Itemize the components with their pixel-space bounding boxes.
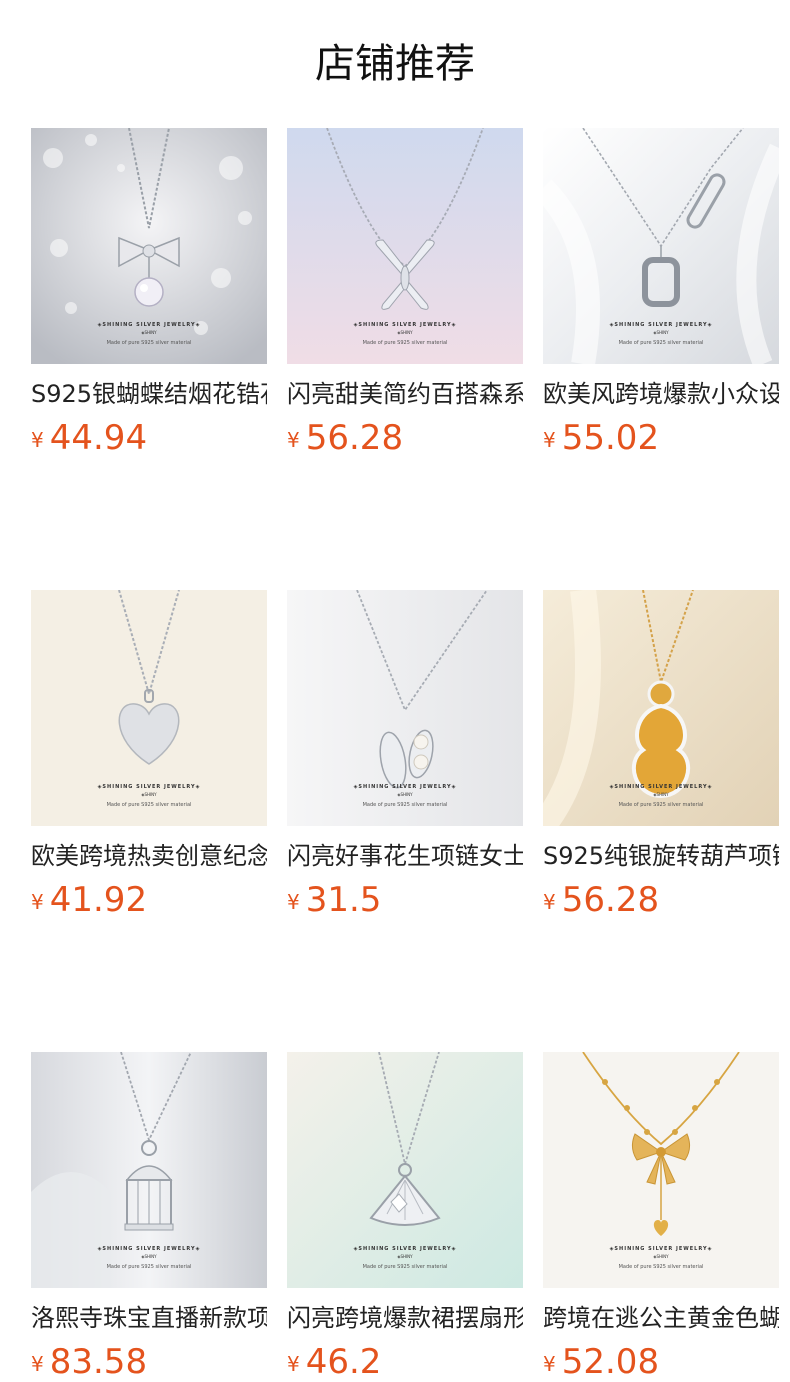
store-recommendations-page: 店铺推荐 ◈SHINING SILVER JEWELRY◈ ◈SHINY Mad…: [0, 0, 790, 1382]
product-price: ¥83.58: [31, 1342, 267, 1382]
material-note: Made of pure S925 silver material: [106, 340, 192, 346]
product-image[interactable]: ◈SHINING SILVER JEWELRY◈ ◈SHINY Made of …: [31, 128, 267, 364]
brand-line: ◈SHINING SILVER JEWELRY◈: [609, 322, 713, 328]
necklace-gold-bow-icon: [543, 1052, 779, 1288]
price-amount: 52.08: [561, 1342, 660, 1382]
product-grid: ◈SHINING SILVER JEWELRY◈ ◈SHINY Made of …: [31, 128, 779, 1382]
price-amount: 41.92: [49, 880, 148, 920]
necklace-birdcage-icon: [31, 1052, 267, 1288]
price-amount: 31.5: [305, 880, 382, 920]
brand-line: ◈SHINING SILVER JEWELRY◈: [609, 784, 713, 790]
product-card[interactable]: ◈SHINING SILVER JEWELRY◈ ◈SHINY Made of …: [287, 590, 523, 920]
price-amount: 44.94: [49, 418, 148, 458]
necklace-gourd-icon: [543, 590, 779, 826]
material-note: Made of pure S925 silver material: [618, 340, 704, 346]
brand-line: ◈SHINING SILVER JEWELRY◈: [609, 1246, 713, 1252]
necklace-bow-icon: [31, 128, 267, 364]
product-name[interactable]: 闪亮跨境爆款裙摆扇形项链: [287, 1302, 523, 1334]
necklace-peanut-icon: [287, 590, 523, 826]
product-name[interactable]: 闪亮甜美简约百搭森系蝴蝶项链: [287, 378, 523, 410]
product-image[interactable]: ◈SHINING SILVER JEWELRY◈ ◈SHINY Made of …: [31, 1052, 267, 1288]
brand-line: ◈SHINING SILVER JEWELRY◈: [353, 322, 457, 328]
product-name[interactable]: S925纯银旋转葫芦项链: [543, 840, 779, 872]
product-name[interactable]: 跨境在逃公主黄金色蝴蝶结项链: [543, 1302, 779, 1334]
necklace-fan-skirt-icon: [287, 1052, 523, 1288]
brand-line: ◈SHINING SILVER JEWELRY◈: [353, 1246, 457, 1252]
currency-symbol: ¥: [543, 890, 556, 914]
product-price: ¥31.5: [287, 880, 523, 920]
product-image[interactable]: ◈SHINING SILVER JEWELRY◈ ◈SHINY Made of …: [31, 590, 267, 826]
currency-symbol: ¥: [543, 1352, 556, 1376]
currency-symbol: ¥: [287, 1352, 300, 1376]
product-image[interactable]: ◈SHINING SILVER JEWELRY◈ ◈SHINY Made of …: [543, 590, 779, 826]
material-note: Made of pure S925 silver material: [618, 1264, 704, 1270]
brand-sub: ◈SHINY: [397, 330, 413, 335]
product-name[interactable]: 洛熙寺珠宝直播新款项链: [31, 1302, 267, 1334]
price-amount: 56.28: [305, 418, 404, 458]
brand-sub: ◈SHINY: [397, 792, 413, 797]
product-price: ¥44.94: [31, 418, 267, 458]
product-image[interactable]: ◈SHINING SILVER JEWELRY◈ ◈SHINY Made of …: [287, 128, 523, 364]
product-name[interactable]: 闪亮好事花生项链女士珍珠: [287, 840, 523, 872]
brand-sub: ◈SHINY: [653, 330, 669, 335]
product-card[interactable]: ◈SHINING SILVER JEWELRY◈ ◈SHINY Made of …: [543, 590, 779, 920]
currency-symbol: ¥: [31, 428, 44, 452]
product-name[interactable]: 欧美跨境热卖创意纪念爱心项链: [31, 840, 267, 872]
currency-symbol: ¥: [287, 428, 300, 452]
product-image[interactable]: ◈SHINING SILVER JEWELRY◈ ◈SHINY Made of …: [543, 1052, 779, 1288]
product-card[interactable]: ◈SHINING SILVER JEWELRY◈ ◈SHINY Made of …: [287, 128, 523, 458]
brand-sub: ◈SHINY: [653, 792, 669, 797]
product-card[interactable]: ◈SHINING SILVER JEWELRY◈ ◈SHINY Made of …: [287, 1052, 523, 1382]
product-card[interactable]: ◈SHINING SILVER JEWELRY◈ ◈SHINY Made of …: [543, 128, 779, 458]
page-title: 店铺推荐: [315, 41, 475, 87]
product-image[interactable]: ◈SHINING SILVER JEWELRY◈ ◈SHINY Made of …: [287, 590, 523, 826]
brand-sub: ◈SHINY: [141, 792, 157, 797]
product-price: ¥41.92: [31, 880, 267, 920]
product-card[interactable]: ◈SHINING SILVER JEWELRY◈ ◈SHINY Made of …: [543, 1052, 779, 1382]
product-price: ¥55.02: [543, 418, 779, 458]
material-note: Made of pure S925 silver material: [362, 802, 448, 808]
product-name[interactable]: S925银蝴蝶结烟花锆石项链: [31, 378, 267, 410]
price-amount: 56.28: [561, 880, 660, 920]
brand-line: ◈SHINING SILVER JEWELRY◈: [97, 1246, 201, 1252]
product-price: ¥52.08: [543, 1342, 779, 1382]
necklace-butterfly-icon: [287, 128, 523, 364]
necklace-heart-icon: [31, 590, 267, 826]
price-amount: 55.02: [561, 418, 660, 458]
product-card[interactable]: ◈SHINING SILVER JEWELRY◈ ◈SHINY Made of …: [31, 128, 267, 458]
brand-line: ◈SHINING SILVER JEWELRY◈: [97, 322, 201, 328]
product-price: ¥46.2: [287, 1342, 523, 1382]
product-price: ¥56.28: [543, 880, 779, 920]
material-note: Made of pure S925 silver material: [106, 1264, 192, 1270]
brand-line: ◈SHINING SILVER JEWELRY◈: [97, 784, 201, 790]
currency-symbol: ¥: [287, 890, 300, 914]
currency-symbol: ¥: [543, 428, 556, 452]
brand-sub: ◈SHINY: [397, 1254, 413, 1259]
currency-symbol: ¥: [31, 890, 44, 914]
brand-line: ◈SHINING SILVER JEWELRY◈: [353, 784, 457, 790]
material-note: Made of pure S925 silver material: [618, 802, 704, 808]
material-note: Made of pure S925 silver material: [362, 1264, 448, 1270]
price-amount: 83.58: [49, 1342, 148, 1382]
currency-symbol: ¥: [31, 1352, 44, 1376]
brand-sub: ◈SHINY: [141, 1254, 157, 1259]
material-note: Made of pure S925 silver material: [106, 802, 192, 808]
product-image[interactable]: ◈SHINING SILVER JEWELRY◈ ◈SHINY Made of …: [287, 1052, 523, 1288]
product-card[interactable]: ◈SHINING SILVER JEWELRY◈ ◈SHINY Made of …: [31, 1052, 267, 1382]
brand-sub: ◈SHINY: [141, 330, 157, 335]
product-price: ¥56.28: [287, 418, 523, 458]
material-note: Made of pure S925 silver material: [362, 340, 448, 346]
product-name[interactable]: 欧美风跨境爆款小众设计项链: [543, 378, 779, 410]
necklace-rectangle-pendant-icon: [543, 128, 779, 364]
price-amount: 46.2: [305, 1342, 382, 1382]
product-card[interactable]: ◈SHINING SILVER JEWELRY◈ ◈SHINY Made of …: [31, 590, 267, 920]
product-image[interactable]: ◈SHINING SILVER JEWELRY◈ ◈SHINY Made of …: [543, 128, 779, 364]
brand-sub: ◈SHINY: [653, 1254, 669, 1259]
